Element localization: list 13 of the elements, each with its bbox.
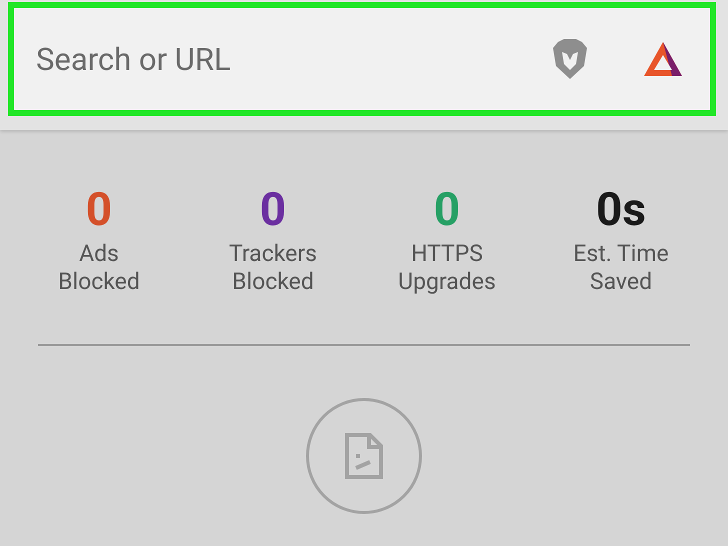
page-button[interactable] [306,398,422,514]
triangle-logo-icon[interactable] [642,40,684,78]
lion-shield-icon[interactable] [550,38,590,80]
stat-label: Ads Blocked [57,240,141,296]
document-icon [344,432,384,480]
stat-label: Est. Time Saved [572,240,670,296]
stat-value: 0 [434,182,460,238]
stat-label: HTTPS Upgrades [397,240,497,296]
address-bar[interactable]: Search or URL [8,2,716,116]
stat-value: 0s [596,182,646,238]
stat-value: 0 [86,182,112,238]
stat-value: 0 [260,182,286,238]
stat-label: Trackers Blocked [228,240,318,296]
